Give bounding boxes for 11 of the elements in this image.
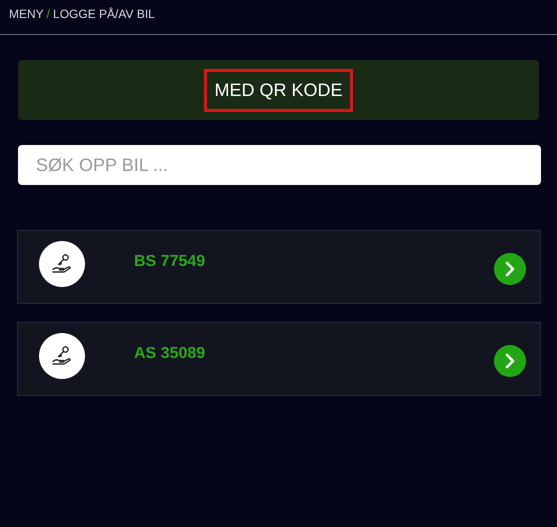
- chevron-right-icon[interactable]: [494, 345, 526, 377]
- breadcrumb-link[interactable]: MENY: [9, 7, 44, 21]
- license-plate: BS 77549: [134, 253, 206, 271]
- search-field[interactable]: SØK OPP BIL ...: [18, 145, 541, 185]
- qr-code-button[interactable]: MED QR KODE: [18, 60, 539, 120]
- license-plate: AS 35089: [134, 345, 206, 363]
- breadcrumb-link[interactable]: LOGGE PÅ/AV BIL: [53, 7, 155, 21]
- car-card[interactable]: BS 77549: [17, 230, 541, 304]
- chevron-right-icon[interactable]: [494, 253, 526, 285]
- breadcrumb-separator: /: [46, 7, 50, 21]
- car-card[interactable]: AS 35089: [17, 322, 541, 396]
